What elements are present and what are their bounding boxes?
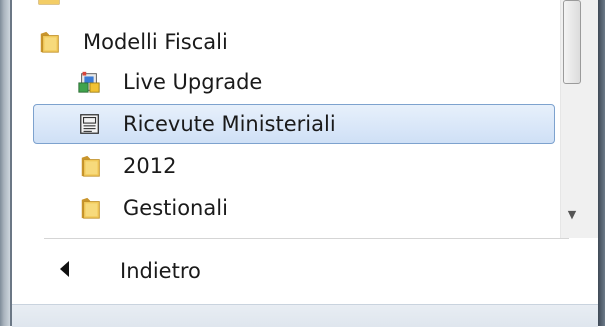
list-item-label: Modelli Fiscali (83, 30, 228, 54)
document-icon (80, 114, 99, 134)
scroll-down-arrow-icon[interactable]: ▼ (564, 207, 580, 223)
folder-icon (38, 0, 60, 5)
list-item-label: 2012 (123, 154, 177, 178)
folder-icon (40, 31, 59, 53)
list-item-label: Live Upgrade (123, 70, 263, 94)
list-item-label: Gestionali (123, 196, 228, 220)
list-item-modelli-fiscali[interactable]: Modelli Fiscali (12, 22, 560, 62)
start-menu-panel: Modelli Fiscali Live Upgrade Ricevute Mi… (12, 0, 598, 327)
scrollbar-thumb[interactable] (563, 0, 581, 84)
list-item-gestionali[interactable]: Gestionali (12, 188, 560, 228)
list-item-partial-folder[interactable] (12, 0, 560, 14)
list-item-ricevute-ministeriali[interactable]: Ricevute Ministeriali (33, 104, 555, 144)
back-arrow-icon (60, 261, 69, 277)
installer-icon (78, 71, 100, 93)
search-area-band (12, 304, 598, 327)
window-frame-left (0, 0, 10, 326)
program-list: Modelli Fiscali Live Upgrade Ricevute Mi… (12, 0, 598, 238)
folder-icon (81, 155, 100, 177)
back-button-label: Indietro (120, 259, 201, 283)
list-item-label: Ricevute Ministeriali (123, 112, 336, 136)
menu-divider (44, 238, 569, 239)
list-item-2012[interactable]: 2012 (12, 146, 560, 186)
folder-icon (81, 197, 100, 219)
window-frame-right (598, 0, 605, 326)
list-item-live-upgrade[interactable]: Live Upgrade (12, 62, 560, 102)
back-button[interactable]: Indietro (32, 248, 568, 294)
